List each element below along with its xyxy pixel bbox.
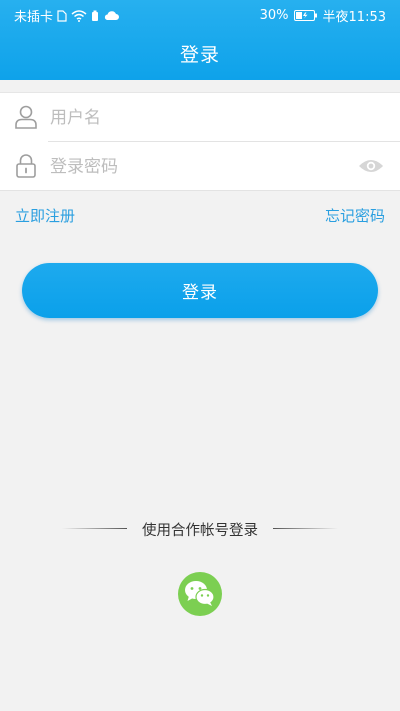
sim-icon: [57, 9, 67, 22]
battery-percent: 30%: [259, 8, 289, 23]
app-header: 未插卡 30% 半夜11:53 登录: [0, 0, 400, 80]
divider-line-right: [273, 528, 338, 529]
register-link[interactable]: 立即注册: [15, 205, 75, 226]
login-form: [0, 92, 400, 191]
wifi-icon: [71, 9, 87, 22]
page-title: 登录: [179, 44, 220, 66]
forgot-password-link[interactable]: 忘记密码: [325, 205, 385, 226]
carrier-text: 未插卡: [14, 10, 54, 25]
battery-saver-icon: [92, 10, 99, 21]
username-row: [0, 93, 400, 142]
password-row: [0, 142, 400, 191]
password-input[interactable]: [50, 142, 350, 191]
status-bar: 未插卡 30% 半夜11:53: [0, 0, 400, 28]
wechat-login-button[interactable]: [178, 572, 222, 616]
eye-icon[interactable]: [358, 157, 384, 175]
cloud-icon: [104, 11, 120, 20]
lock-icon: [16, 154, 36, 178]
login-button[interactable]: 登录: [22, 263, 378, 318]
third-party-label: 使用合作帐号登录: [142, 523, 258, 539]
third-party-divider: 使用合作帐号登录: [0, 519, 400, 539]
user-icon: [15, 105, 37, 129]
battery-icon: [293, 10, 317, 21]
username-input[interactable]: [50, 93, 350, 142]
wechat-icon: [185, 581, 215, 606]
clock-text: 半夜11:53: [322, 10, 386, 25]
